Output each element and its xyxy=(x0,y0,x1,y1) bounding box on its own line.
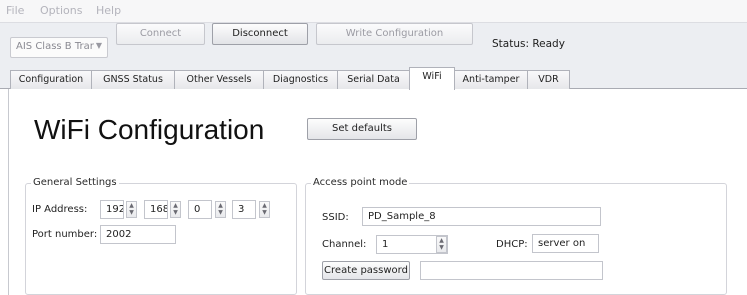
ip-octet-3-input[interactable]: 0 xyxy=(188,200,212,219)
toolbar: AIS Class B Trar ▼ Connect Disconnect Wr… xyxy=(0,22,747,67)
ip-octet-4-input[interactable]: 3 xyxy=(232,200,256,219)
spin-down-icon: ▼ xyxy=(218,209,223,216)
tab-bar: Configuration GNSS Status Other Vessels … xyxy=(0,67,747,90)
tab-vdr[interactable]: VDR xyxy=(527,70,570,89)
ip-address-label: IP Address: xyxy=(32,204,88,215)
ip-octet-2-stepper[interactable]: ▲ ▼ xyxy=(170,201,181,218)
chevron-down-icon: ▼ xyxy=(95,41,102,50)
channel-label: Channel: xyxy=(322,239,367,250)
wifi-panel: WiFi Configuration Set defaults General … xyxy=(8,89,747,295)
status-text: Status: Ready xyxy=(492,38,565,50)
spin-up-icon: ▲ xyxy=(439,237,444,244)
spin-down-icon: ▼ xyxy=(262,209,267,216)
menu-bar: File Options Help xyxy=(0,0,747,22)
tab-gnss-status[interactable]: GNSS Status xyxy=(91,70,175,89)
access-point-group: Access point mode SSID: PD_Sample_8 Chan… xyxy=(305,177,727,295)
channel-stepper-buttons[interactable]: ▲ ▼ xyxy=(436,236,447,253)
menu-file[interactable]: File xyxy=(6,4,24,17)
ip-octet-4-stepper[interactable]: ▲ ▼ xyxy=(259,201,270,218)
tab-configuration[interactable]: Configuration xyxy=(10,70,92,89)
port-number-input[interactable]: 2002 xyxy=(100,225,176,244)
tab-other-vessels[interactable]: Other Vessels xyxy=(174,70,264,89)
spin-down-icon: ▼ xyxy=(173,209,178,216)
spin-down-icon: ▼ xyxy=(439,244,444,251)
menu-help[interactable]: Help xyxy=(96,4,121,17)
ip-octet-2-input[interactable]: 168 xyxy=(144,200,168,219)
menu-options[interactable]: Options xyxy=(40,4,82,17)
dhcp-field[interactable]: server on xyxy=(532,234,599,253)
ip-octet-1-input[interactable]: 192 xyxy=(100,200,124,219)
spin-down-icon: ▼ xyxy=(129,209,134,216)
connect-button[interactable]: Connect xyxy=(116,23,205,45)
disconnect-button[interactable]: Disconnect xyxy=(212,23,308,45)
ssid-input[interactable]: PD_Sample_8 xyxy=(362,207,601,226)
set-defaults-button[interactable]: Set defaults xyxy=(307,118,417,140)
write-configuration-button[interactable]: Write Configuration xyxy=(316,23,473,45)
page-title: WiFi Configuration xyxy=(34,114,265,145)
access-point-title: Access point mode xyxy=(311,177,410,188)
tab-wifi[interactable]: WiFi xyxy=(409,67,455,90)
ip-octet-1-stepper[interactable]: ▲ ▼ xyxy=(126,201,137,218)
device-select-value: AIS Class B Trar xyxy=(16,41,94,52)
spin-up-icon: ▲ xyxy=(173,202,178,209)
ip-octet-3-stepper[interactable]: ▲ ▼ xyxy=(215,201,226,218)
dhcp-label: DHCP: xyxy=(496,239,528,250)
port-number-label: Port number: xyxy=(32,229,98,240)
general-settings-title: General Settings xyxy=(31,177,119,188)
general-settings-group: General Settings IP Address: 192 ▲ ▼ 168… xyxy=(25,177,297,295)
device-select[interactable]: AIS Class B Trar ▼ xyxy=(10,37,108,58)
tab-serial-data[interactable]: Serial Data xyxy=(337,70,410,89)
password-input[interactable] xyxy=(420,261,603,280)
tab-anti-tamper[interactable]: Anti-tamper xyxy=(454,70,528,89)
channel-value: 1 xyxy=(382,239,389,250)
spin-up-icon: ▲ xyxy=(218,202,223,209)
tab-diagnostics[interactable]: Diagnostics xyxy=(263,70,338,89)
create-password-button[interactable]: Create password xyxy=(322,261,410,280)
spin-up-icon: ▲ xyxy=(129,202,134,209)
spin-up-icon: ▲ xyxy=(262,202,267,209)
ssid-label: SSID: xyxy=(322,212,349,223)
